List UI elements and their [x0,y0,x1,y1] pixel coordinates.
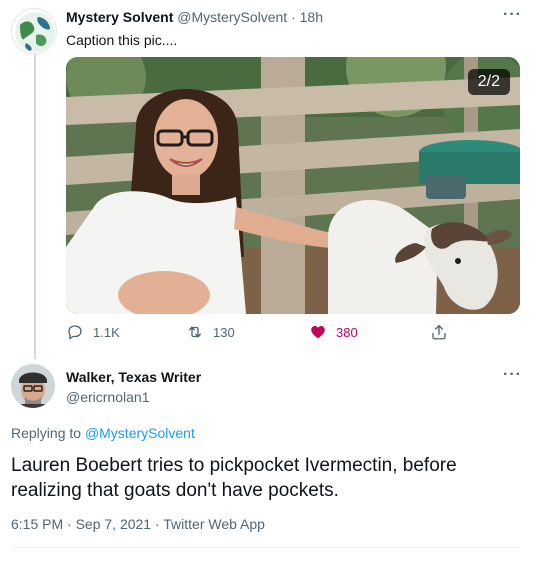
reply-button[interactable]: 1.1K [66,323,120,341]
reply-count: 1.1K [93,324,120,340]
replying-to-line: Replying to @MysterySolvent [11,425,195,441]
header-separator: · [291,9,296,25]
author-handle[interactable]: @MysterySolvent [177,9,287,25]
reply-author-name[interactable]: Walker, Texas Writer [66,369,201,385]
retweet-count: 130 [213,324,235,340]
share-button[interactable] [430,323,448,341]
retweet-icon [189,326,201,338]
retweet-button[interactable]: 130 [186,323,235,341]
replying-to-label: Replying to [11,425,82,441]
tweet-header: Mystery Solvent @MysterySolvent · 18h [66,9,323,25]
photo-woman-with-goat [66,57,520,314]
reply-author-handle[interactable]: @ericrnolan1 [66,389,149,405]
reply-author-avatar[interactable] [11,364,55,408]
reply-timestamp[interactable]: 6:15 PM · Sep 7, 2021 · Twitter Web App [11,516,265,532]
thread-connector-line [34,54,36,359]
replying-to-link[interactable]: @MysterySolvent [85,425,195,441]
avatar-globe-image [15,12,55,52]
tweet-media-photo[interactable]: 2/2 [66,57,520,314]
like-button[interactable]: 380 [309,323,358,341]
reply-more-options-icon[interactable]: ··· [503,366,522,384]
avatar-man-with-cap-image [11,364,55,408]
media-counter-badge: 2/2 [467,69,510,95]
tweet-time[interactable]: 18h [300,9,323,25]
more-options-icon[interactable]: ··· [503,6,522,24]
heart-filled-icon [311,326,325,339]
bottom-divider [11,547,520,548]
reply-text: Lauren Boebert tries to pickpocket Iverm… [11,455,457,501]
author-name[interactable]: Mystery Solvent [66,9,173,25]
tweet-text: Caption this pic.... [66,32,178,48]
reply-icon [68,325,82,340]
author-avatar[interactable] [11,8,57,54]
tweet-action-bar: 1.1K 130 380 [66,323,486,345]
share-icon [432,324,446,340]
like-count: 380 [336,324,358,340]
